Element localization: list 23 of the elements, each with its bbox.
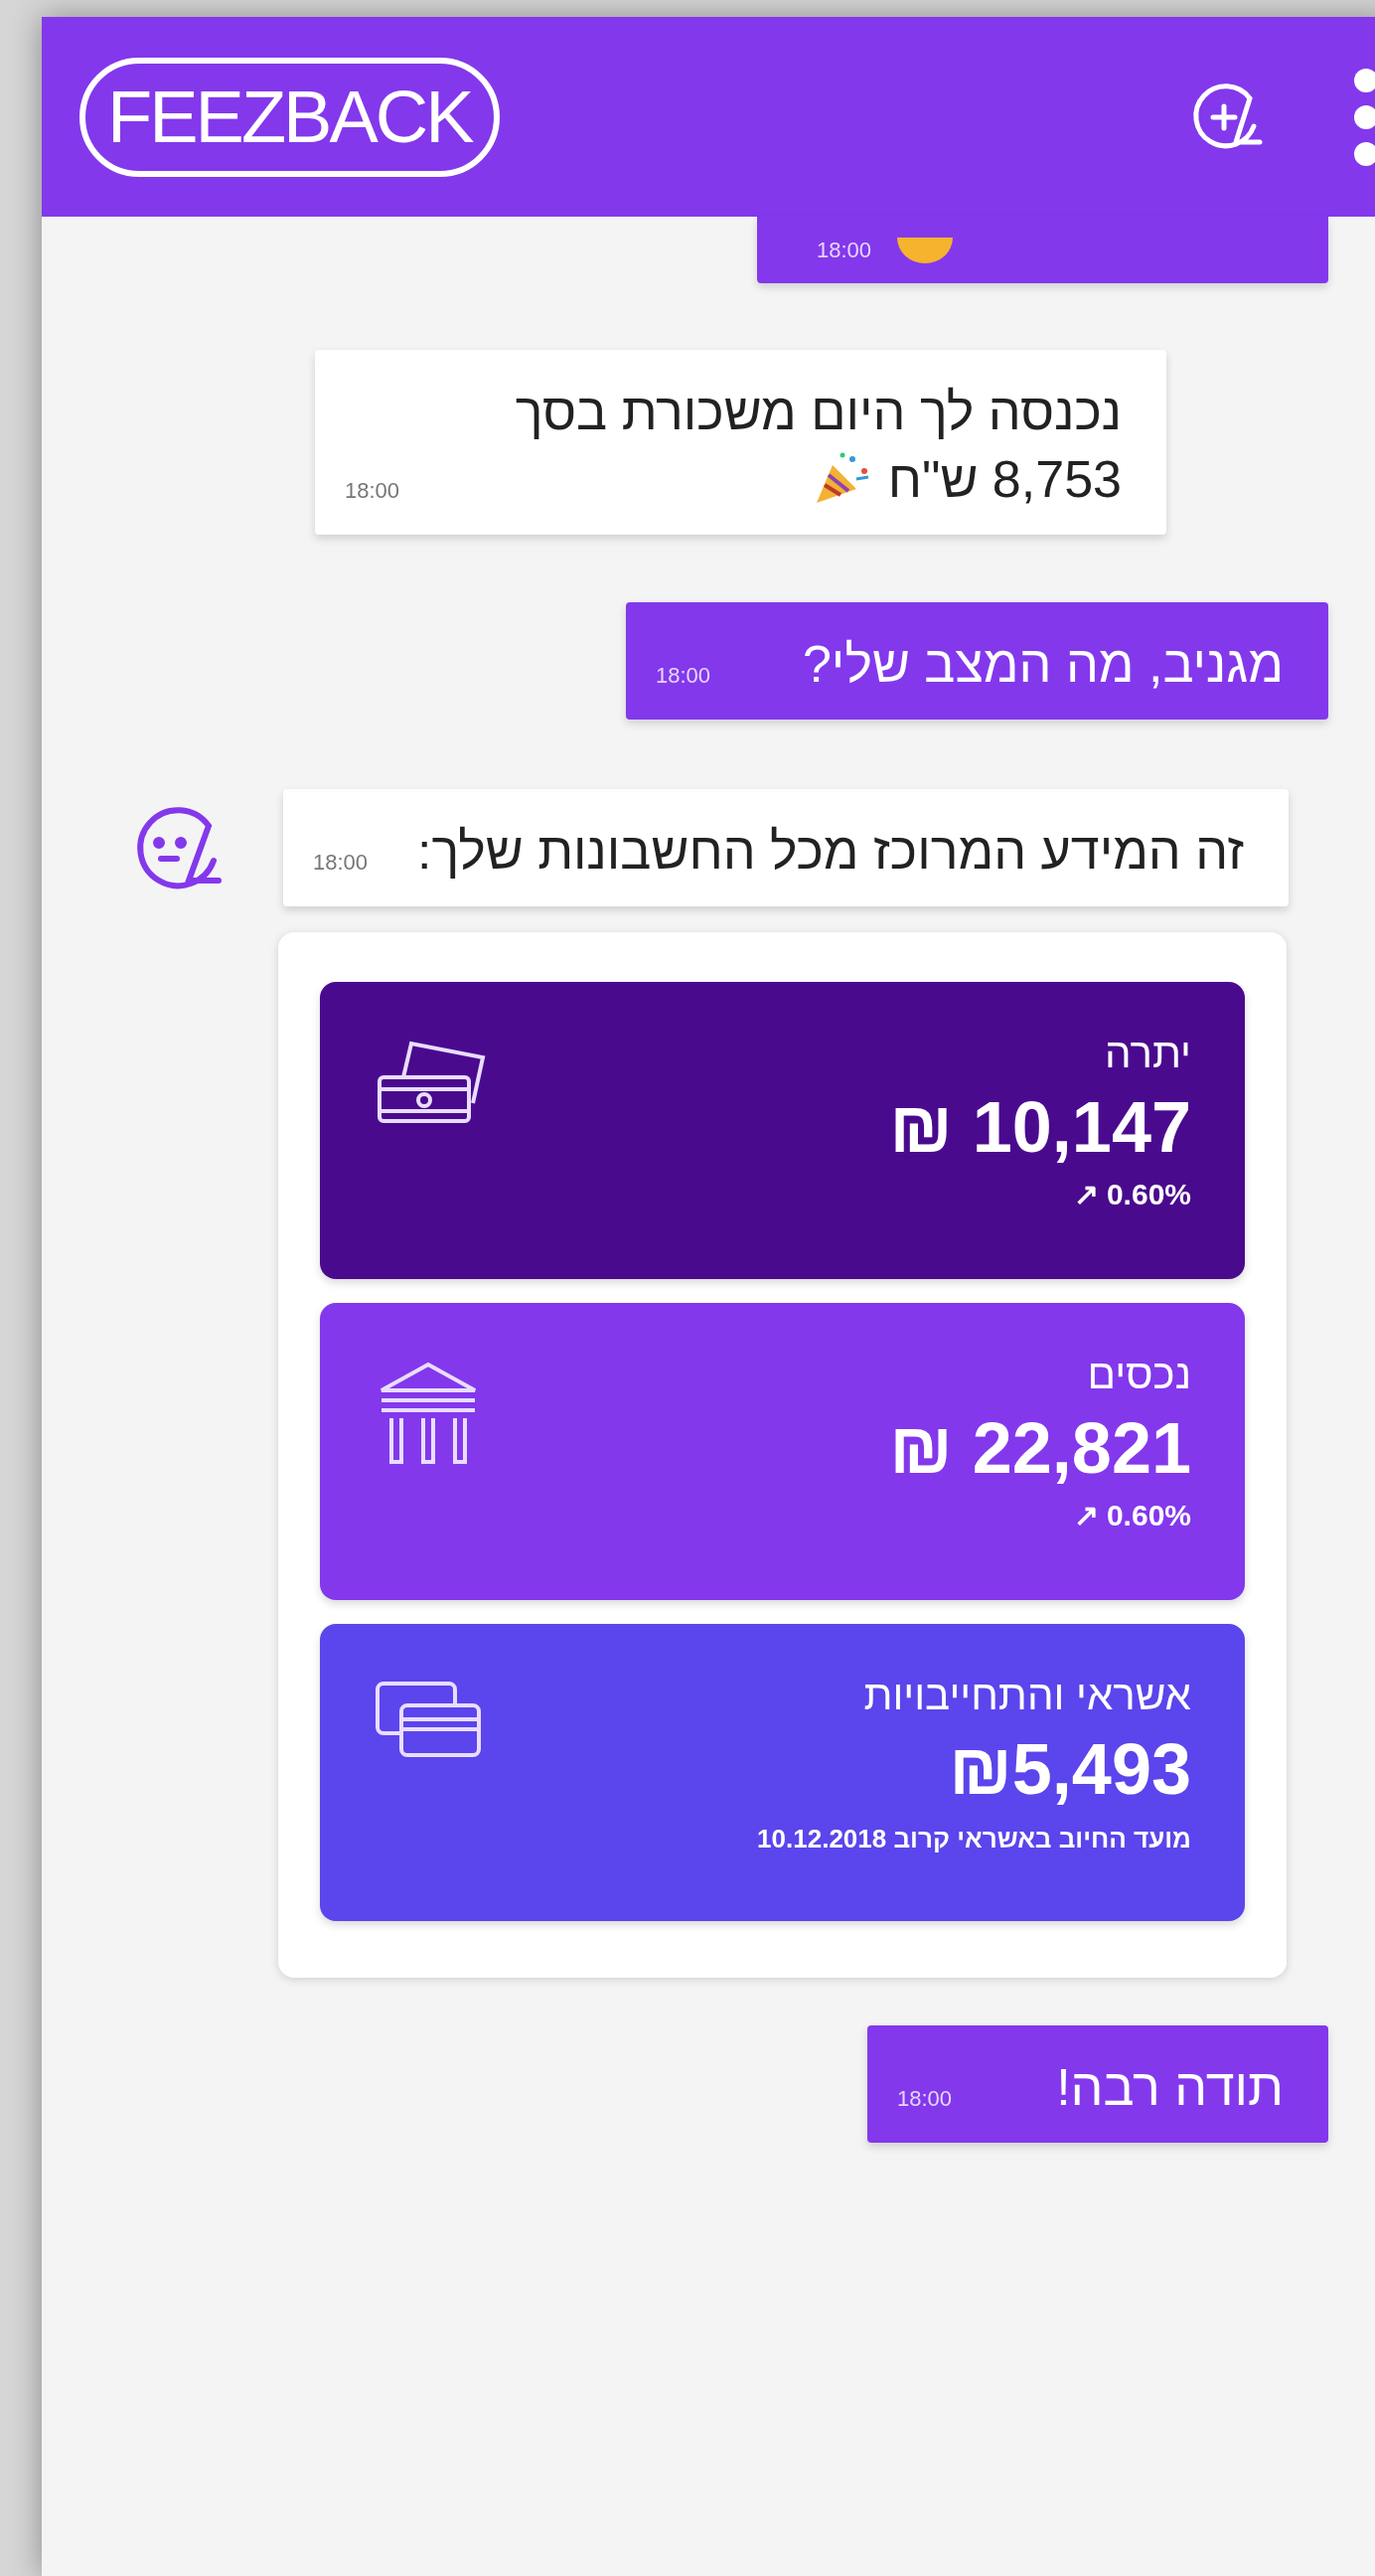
message-text: מגניב, מה המצב שלי? — [802, 634, 1284, 695]
message-text: נכנסה לך היום משכורת בסך — [515, 382, 1122, 442]
card-amount: ₪ 10,147 — [889, 1086, 1191, 1169]
menu-icon — [1353, 67, 1375, 167]
card-amount: ₪ 22,821 — [889, 1407, 1191, 1490]
card-label: יתרה — [1105, 1029, 1191, 1078]
emoji-icon — [895, 235, 956, 265]
due-date-note: מועד החיוב באשראי קרוב 10.12.2018 — [757, 1823, 1191, 1855]
message-time: 18:00 — [345, 477, 400, 505]
message-text: זה המידע המרוכז מכל החשבונות שלך: — [417, 821, 1244, 882]
message-time: 18:00 — [897, 2085, 953, 2113]
message-time: 18:00 — [817, 237, 872, 264]
message-text: תודה רבה! — [1056, 2057, 1284, 2118]
credit-cards-icon — [374, 1680, 483, 1759]
message-time: 18:00 — [313, 849, 369, 877]
message-time: 18:00 — [656, 662, 711, 690]
card-label: נכסים — [1087, 1350, 1191, 1399]
message-text: 8,753 ש"ח — [887, 449, 1122, 510]
card-label: אשראי והתחייבויות — [863, 1671, 1191, 1720]
app-logo: FEEZBACK — [79, 57, 500, 177]
card-amount: ₪5,493 — [949, 1728, 1191, 1811]
change-percentage: ↗ 0.60% — [1073, 1177, 1191, 1212]
change-percentage: ↗ 0.60% — [1073, 1498, 1191, 1533]
